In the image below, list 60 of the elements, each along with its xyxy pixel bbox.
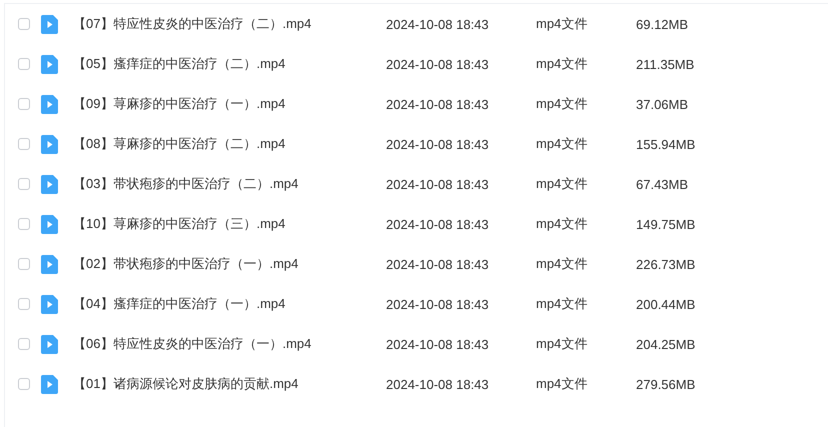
- file-size: 200.44MB: [636, 296, 696, 312]
- file-size: 211.35MB: [636, 56, 694, 72]
- file-type: mp4文件: [536, 95, 588, 113]
- checkbox[interactable]: [18, 218, 30, 230]
- file-type: mp4文件: [536, 375, 588, 393]
- video-file-icon: [41, 374, 58, 394]
- modified-time: 2024-10-08 18:43: [386, 216, 490, 232]
- file-size: 155.94MB: [636, 136, 696, 152]
- file-size: 69.12MB: [636, 16, 688, 32]
- modified-time: 2024-10-08 18:43: [386, 336, 490, 352]
- video-file-icon: [41, 54, 58, 74]
- video-file-icon: [41, 94, 58, 114]
- file-name[interactable]: 【08】荨麻疹的中医治疗（二）.mp4: [73, 135, 386, 153]
- video-file-icon: [41, 334, 58, 354]
- video-file-icon: [41, 174, 58, 194]
- file-size: 226.73MB: [636, 256, 696, 272]
- file-name[interactable]: 【01】诸病源候论对皮肤病的贡献.mp4: [73, 375, 386, 393]
- file-type: mp4文件: [536, 335, 588, 353]
- video-file-icon: [41, 214, 58, 234]
- file-name[interactable]: 【10】荨麻疹的中医治疗（三）.mp4: [73, 215, 386, 233]
- file-size: 204.25MB: [636, 336, 696, 352]
- file-size: 67.43MB: [636, 176, 688, 192]
- checkbox[interactable]: [18, 338, 30, 350]
- file-name[interactable]: 【03】带状疱疹的中医治疗（二）.mp4: [73, 175, 386, 193]
- file-type: mp4文件: [536, 295, 588, 313]
- file-name[interactable]: 【06】特应性皮炎的中医治疗（一）.mp4: [73, 335, 386, 353]
- video-file-icon: [41, 294, 58, 314]
- modified-time: 2024-10-08 18:43: [386, 16, 490, 32]
- modified-time: 2024-10-08 18:43: [386, 296, 490, 312]
- checkbox[interactable]: [18, 298, 30, 310]
- file-type: mp4文件: [536, 255, 588, 273]
- file-name[interactable]: 【05】瘙痒症的中医治疗（二）.mp4: [73, 55, 386, 73]
- video-file-icon: [41, 134, 58, 154]
- file-name[interactable]: 【07】特应性皮炎的中医治疗（二）.mp4: [73, 15, 386, 33]
- file-type: mp4文件: [536, 135, 588, 153]
- video-file-icon: [41, 254, 58, 274]
- checkbox[interactable]: [18, 138, 30, 150]
- file-size: 279.56MB: [636, 376, 696, 392]
- file-type: mp4文件: [536, 215, 588, 233]
- checkbox[interactable]: [18, 18, 30, 30]
- checkbox[interactable]: [18, 378, 30, 390]
- modified-time: 2024-10-08 18:43: [386, 176, 490, 192]
- file-name[interactable]: 【09】荨麻疹的中医治疗（一）.mp4: [73, 95, 386, 113]
- file-name[interactable]: 【02】带状疱疹的中医治疗（一）.mp4: [73, 255, 386, 273]
- checkbox[interactable]: [18, 178, 30, 190]
- file-name[interactable]: 【04】瘙痒症的中医治疗（一）.mp4: [73, 295, 386, 313]
- modified-time: 2024-10-08 18:43: [386, 256, 490, 272]
- modified-time: 2024-10-08 18:43: [386, 376, 490, 392]
- modified-time: 2024-10-08 18:43: [386, 136, 490, 152]
- file-type: mp4文件: [536, 15, 588, 33]
- modified-time: 2024-10-08 18:43: [386, 56, 490, 72]
- checkbox[interactable]: [18, 58, 30, 70]
- checkbox[interactable]: [18, 98, 30, 110]
- video-file-icon: [41, 14, 58, 34]
- file-type: mp4文件: [536, 55, 588, 73]
- checkbox[interactable]: [18, 258, 30, 270]
- file-size: 149.75MB: [636, 216, 696, 232]
- file-type: mp4文件: [536, 175, 588, 193]
- modified-time: 2024-10-08 18:43: [386, 96, 490, 112]
- file-size: 37.06MB: [636, 96, 688, 112]
